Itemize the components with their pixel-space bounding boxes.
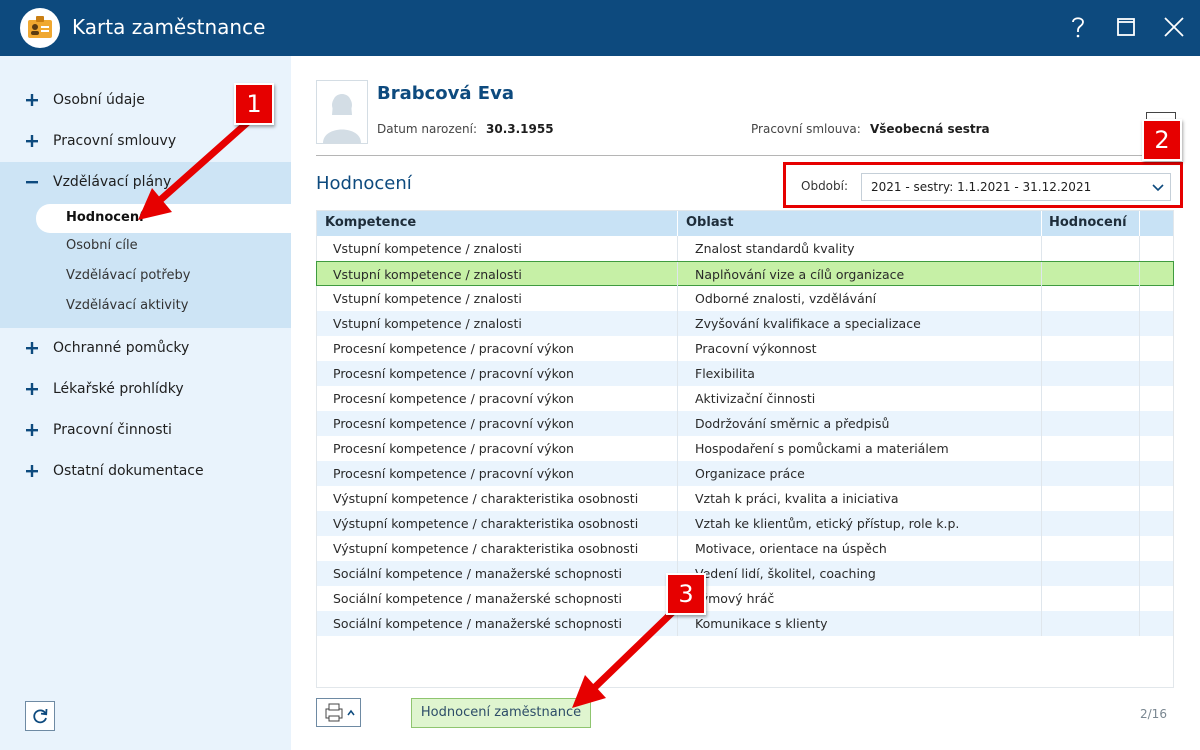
annotation-badge-3: 3 [666,573,706,615]
annotation-arrow-3 [588,601,684,694]
annotation-badge-1: 1 [234,83,274,125]
annotation-arrow-1 [154,118,252,206]
annotation-highlight-period [783,162,1183,208]
annotation-badge-2: 2 [1142,119,1182,161]
annotation-arrows [138,118,684,708]
